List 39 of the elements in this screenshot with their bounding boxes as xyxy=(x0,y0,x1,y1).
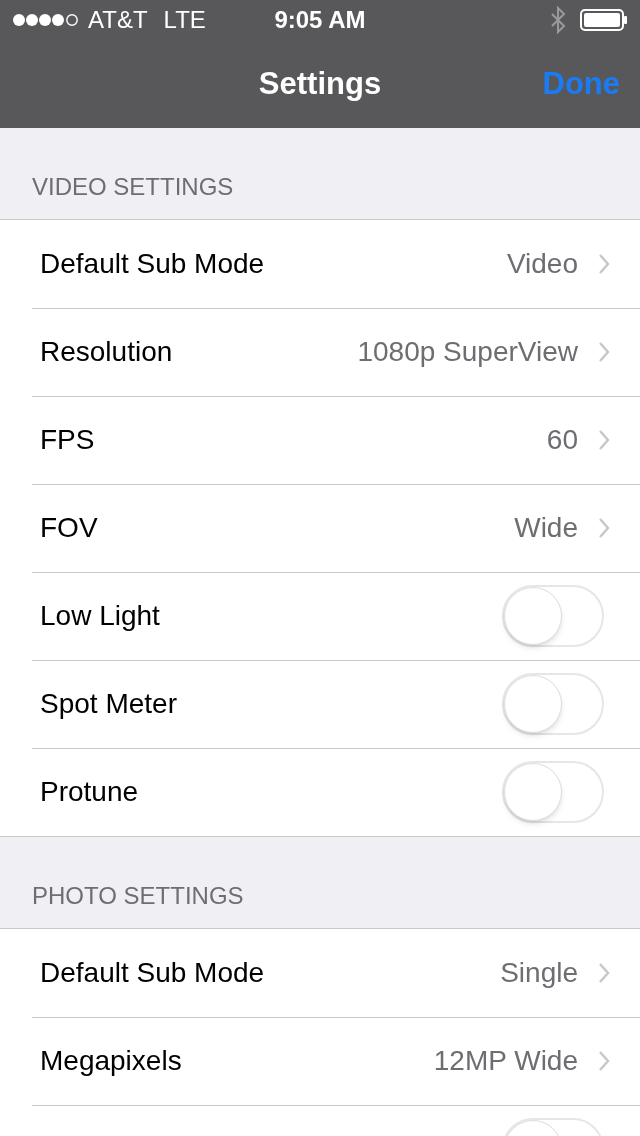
section-header: PHOTO SETTINGS xyxy=(32,881,244,911)
toggle-switch[interactable] xyxy=(502,585,604,647)
setting-label: Low Light xyxy=(40,599,160,633)
setting-label: Default Sub Mode xyxy=(40,247,265,281)
setting-label: Protune xyxy=(40,775,139,809)
setting-label: FPS xyxy=(40,423,95,457)
setting-label: FOV xyxy=(40,511,98,545)
network-type: LTE xyxy=(163,5,206,35)
status-time: 9:05 AM xyxy=(274,5,366,35)
setting-value: 60 xyxy=(546,423,578,457)
toggle-switch[interactable] xyxy=(502,673,604,735)
setting-row[interactable]: Default Sub Mode Video xyxy=(0,220,640,308)
setting-row[interactable]: FOV Wide xyxy=(0,484,640,572)
nav-title: Settings xyxy=(258,64,382,103)
carrier-name: AT&T xyxy=(88,5,148,35)
setting-value: 1080p SuperView xyxy=(357,335,578,369)
chevron-icon xyxy=(598,1050,610,1072)
signal-icon xyxy=(12,13,80,27)
setting-row[interactable]: Resolution 1080p SuperView xyxy=(0,308,640,396)
chevron-icon xyxy=(598,429,610,451)
setting-value: Single xyxy=(500,956,578,990)
setting-row[interactable]: Default Sub Mode Single xyxy=(0,929,640,1017)
chevron-icon xyxy=(598,517,610,539)
setting-value: Wide xyxy=(514,511,578,545)
setting-label: Spot Meter xyxy=(40,687,177,721)
battery-icon xyxy=(580,9,628,31)
setting-label: Resolution xyxy=(40,335,173,369)
chevron-icon xyxy=(598,253,610,275)
setting-row[interactable]: Megapixels 12MP Wide xyxy=(0,1017,640,1105)
chevron-icon xyxy=(598,341,610,363)
chevron-icon xyxy=(598,962,610,984)
setting-value: 12MP Wide xyxy=(433,1044,578,1078)
section-header: VIDEO SETTINGS xyxy=(32,172,234,202)
setting-label: Megapixels xyxy=(40,1044,182,1078)
bluetooth-icon xyxy=(550,6,566,34)
toggle-switch[interactable] xyxy=(502,761,604,823)
setting-label: Default Sub Mode xyxy=(40,956,265,990)
setting-value: Video xyxy=(506,247,578,281)
setting-row[interactable]: FPS 60 xyxy=(0,396,640,484)
